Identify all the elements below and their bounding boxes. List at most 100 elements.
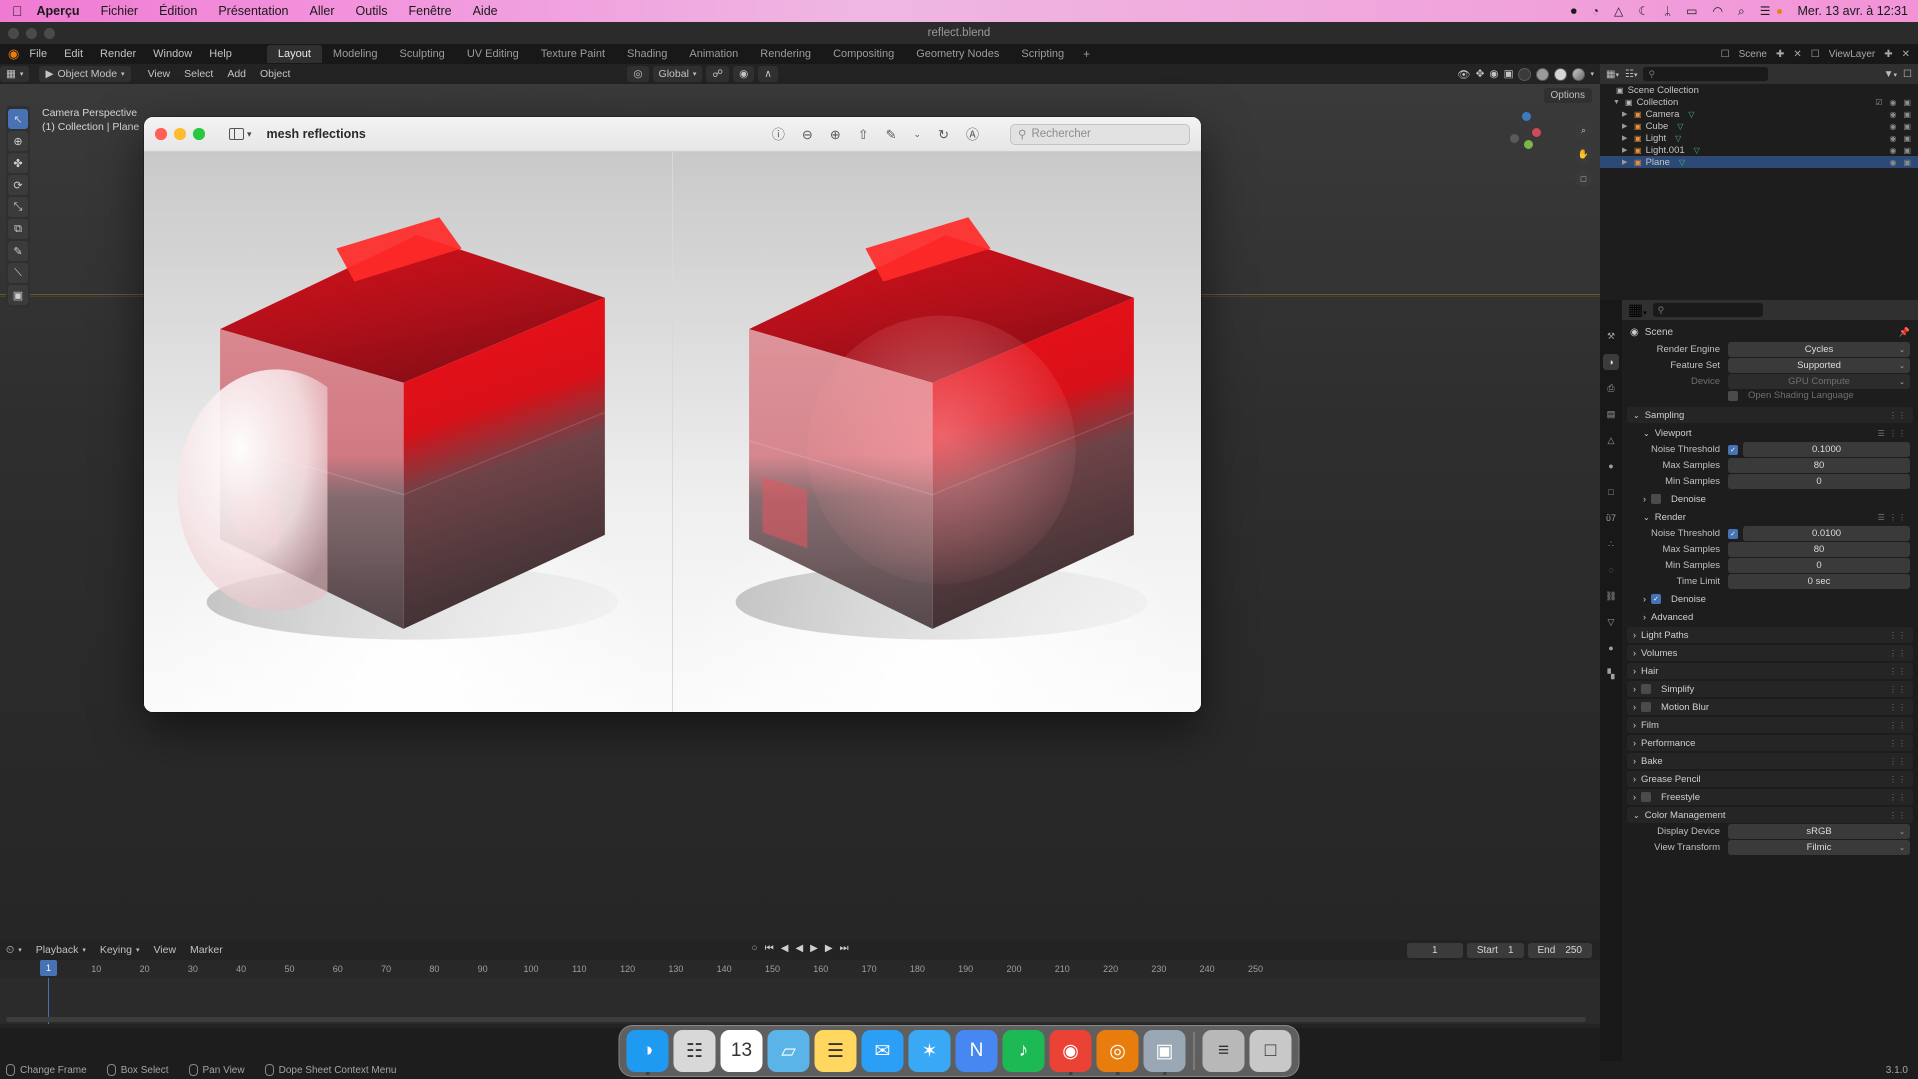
viewlayer-browse-icon[interactable]: ☐ [1811, 49, 1820, 60]
rotate-tool[interactable]: ⟳ [8, 175, 28, 195]
panel-preset-icon[interactable]: ⋮⋮ [1889, 667, 1907, 676]
menu-fichier[interactable]: Fichier [101, 4, 139, 18]
panel-preset-icon[interactable]: ⋮⋮ [1889, 721, 1907, 730]
wireframe-shading-icon[interactable] [1518, 67, 1532, 81]
property-value[interactable]: Supported ⌄ [1728, 358, 1910, 373]
collapsed-panel-simplify[interactable]: › Simplify ⋮⋮ [1627, 681, 1913, 697]
texture-tab[interactable]: ▚ [1603, 666, 1619, 682]
mode-dropdown-icon[interactable]: ▶ Object Mode ▾ [39, 66, 131, 82]
menu-fenetre[interactable]: Fenêtre [408, 4, 451, 18]
panel-preset-icon[interactable]: ⋮⋮ [1889, 739, 1907, 748]
property-value[interactable]: 0.0100 [1743, 526, 1910, 541]
start-frame-field[interactable]: Start 1 [1466, 942, 1524, 958]
gizmo-neg-axis[interactable] [1510, 134, 1519, 143]
panel-expand-icon[interactable]: ⌄ [1633, 411, 1640, 420]
safari-compass-icon[interactable]: ◔ [1592, 4, 1599, 18]
panel-expand-icon[interactable]: › [1643, 594, 1646, 604]
new-collection-icon[interactable]: ☐ [1903, 69, 1912, 80]
disable-in-render-icon[interactable]: ▣ [1903, 110, 1911, 119]
menu-bar-clock[interactable]: Mer. 13 avr. à 12:31 [1798, 4, 1909, 18]
remove-scene-icon[interactable]: ✕ [1793, 49, 1801, 60]
safari-icon[interactable]: ✶ [908, 1030, 951, 1072]
collapsed-panel-freestyle[interactable]: › Freestyle ⋮⋮ [1627, 789, 1913, 805]
preview-app-window[interactable]: ▾ mesh reflections ⓘ ⊖ ⊕ ⇧ ✎ ⌄ ↻ Ⓐ ⚲ Rec… [144, 117, 1201, 712]
particles-tab[interactable]: ∴ [1603, 536, 1619, 552]
material-tab[interactable]: ● [1603, 640, 1619, 656]
topbar-menu-window[interactable]: Window [153, 48, 192, 60]
property-value[interactable]: sRGB ⌄ [1728, 824, 1910, 839]
menu-presentation[interactable]: Présentation [218, 4, 288, 18]
expand-triangle-icon[interactable]: ▶ [1622, 158, 1630, 166]
world-tab[interactable]: ● [1603, 458, 1619, 474]
advanced-panel-header[interactable]: › Advanced [1627, 609, 1913, 625]
end-frame-field[interactable]: End 250 [1527, 942, 1592, 958]
zoom-nav-button[interactable]: ⌕ [1575, 122, 1592, 139]
xray-toggle-icon[interactable]: ▣ [1504, 68, 1514, 80]
tool-tab[interactable]: ⚒ [1603, 328, 1619, 344]
outliner-row-camera[interactable]: ▶ ▣ Camera ▽ ◉ ▣ [1600, 108, 1918, 120]
property-checkbox[interactable]: ✓ [1728, 444, 1738, 455]
control-center-icon[interactable]: ☰ [1760, 4, 1771, 18]
panel-checkbox[interactable] [1641, 684, 1651, 694]
scene-name-label[interactable]: Scene [1739, 49, 1767, 60]
viewport-menu-object[interactable]: Object [253, 66, 297, 82]
panel-expand-icon[interactable]: ⌄ [1643, 429, 1650, 438]
hide-in-viewport-icon[interactable]: ◉ [1889, 122, 1896, 131]
markup-pen-icon[interactable]: ✎ [886, 128, 897, 141]
panel-preset-icon[interactable]: ⋮⋮ [1889, 411, 1907, 420]
denoise-panel-header[interactable]: › Denoise [1627, 491, 1913, 507]
expand-triangle-icon[interactable]: ▶ [1622, 110, 1630, 118]
properties-search-input[interactable]: ⚲ [1652, 303, 1763, 317]
denoise-panel-header[interactable]: › ✓ Denoise [1627, 591, 1913, 607]
panel-preset-icon[interactable]: ⋮⋮ [1889, 631, 1907, 640]
property-value[interactable]: Filmic ⌄ [1728, 840, 1910, 855]
play-reverse-button[interactable]: ◀ [795, 943, 803, 954]
record-icon[interactable]: ⏺ [1571, 4, 1577, 19]
outliner-row-scene-collection[interactable]: ▣ Scene Collection [1600, 84, 1918, 96]
panel-preset-icon[interactable]: ⋮⋮ [1889, 811, 1907, 820]
panel-header-viewport[interactable]: ⌄ Viewport ☰ ⋮⋮ [1627, 425, 1913, 441]
panel-preset-icon[interactable]: ☰ ⋮⋮ [1878, 429, 1907, 438]
output-tab[interactable]: ⎙ [1603, 380, 1619, 396]
collapsed-panel-motion-blur[interactable]: › Motion Blur ⋮⋮ [1627, 699, 1913, 715]
gizmo-toggle-icon[interactable]: ✥ [1476, 68, 1485, 80]
hide-in-viewport-icon[interactable]: ◉ [1889, 158, 1896, 167]
property-value[interactable]: 0 sec [1728, 574, 1910, 589]
panel-expand-icon[interactable]: › [1643, 612, 1646, 622]
expand-triangle-icon[interactable]: ▼ [1613, 99, 1621, 106]
add-workspace-button[interactable]: + [1083, 47, 1090, 61]
rendered-shading-icon[interactable] [1572, 67, 1586, 81]
expand-triangle-icon[interactable]: ▶ [1622, 122, 1630, 130]
property-checkbox[interactable]: ✓ [1728, 528, 1738, 539]
workspace-tab-animation[interactable]: Animation [678, 45, 749, 63]
expand-triangle-icon[interactable]: ▶ [1622, 146, 1630, 154]
outliner-row-cube[interactable]: ▶ ▣ Cube ▽ ◉ ▣ [1600, 120, 1918, 132]
panel-header-render[interactable]: ⌄ Render ☰ ⋮⋮ [1627, 509, 1913, 525]
properties-editor[interactable]: ⚒ ◑ ⎙ ▤ △ ● □ ὒ7 ∴ ◌ ⛓ ▽ ● ▚ ▦▾ ⚲ ◉ Scene 📌 Render En… [1600, 300, 1918, 1061]
zoom-in-icon[interactable]: ⊕ [830, 128, 841, 141]
downloads-stack-icon[interactable]: ≡ [1202, 1030, 1245, 1072]
dropbox-icon[interactable]: △ [1614, 4, 1623, 18]
workspace-tab-shading[interactable]: Shading [616, 45, 678, 63]
timeline-ruler[interactable]: 10 20 30 40 50 60 70 80 90 100 110 120 130 140 150 160 1… [0, 960, 1600, 978]
panel-expand-icon[interactable]: › [1633, 648, 1636, 658]
annotate-tool[interactable]: ✎ [8, 241, 28, 261]
minimize-button[interactable] [174, 128, 186, 140]
panel-expand-icon[interactable]: › [1633, 702, 1636, 712]
preview-icon[interactable]: ▣ [1143, 1030, 1186, 1075]
next-keyframe-button[interactable]: ▶ [825, 943, 833, 954]
workspace-tab-sculpting[interactable]: Sculpting [389, 45, 456, 63]
workspace-tab-geometry-nodes[interactable]: Geometry Nodes [905, 45, 1010, 63]
filter-icon[interactable]: ▼▾ [1884, 69, 1897, 80]
constraints-tab[interactable]: ⛓ [1603, 588, 1619, 604]
play-button[interactable]: ▶ [810, 943, 818, 954]
minimize-button[interactable] [26, 27, 37, 39]
property-value[interactable]: 80 [1728, 542, 1910, 557]
data-tab[interactable]: ▽ [1603, 614, 1619, 630]
new-viewlayer-icon[interactable]: ✚ [1884, 49, 1892, 60]
folder-icon[interactable]: ▱ [767, 1030, 810, 1072]
timeline-horizontal-scrollbar[interactable] [6, 1017, 1586, 1022]
wifi-icon[interactable]: ◠ [1713, 4, 1723, 18]
disable-in-render-icon[interactable]: ▣ [1903, 146, 1911, 155]
display-mode-icon[interactable]: ☷▾ [1625, 69, 1637, 80]
